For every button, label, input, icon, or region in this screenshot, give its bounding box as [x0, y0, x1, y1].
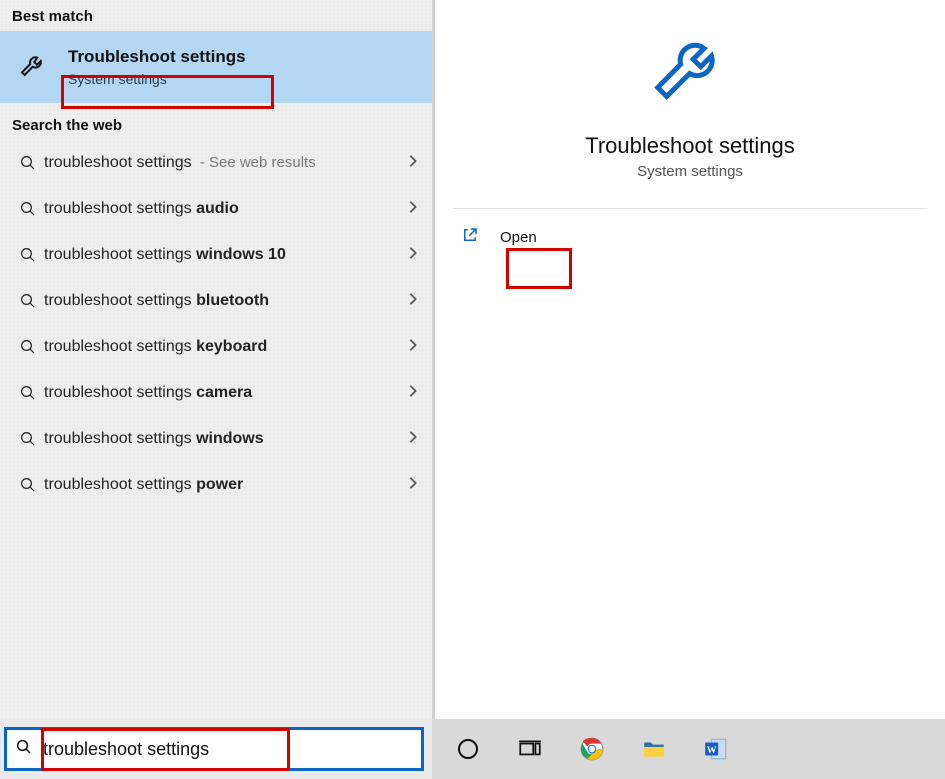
chevron-right-icon: [400, 476, 418, 495]
web-result-item[interactable]: troubleshoot settings bluetooth: [0, 278, 432, 324]
chevron-right-icon: [400, 430, 418, 449]
best-match-subtitle: System settings: [64, 70, 250, 88]
search-results-panel: Best match Troubleshoot settings System …: [0, 0, 432, 779]
search-icon: [12, 384, 44, 402]
best-match-header: Best match: [0, 0, 432, 31]
search-box[interactable]: [4, 727, 424, 771]
search-icon: [12, 200, 44, 218]
best-match-item[interactable]: Troubleshoot settings System settings: [0, 31, 432, 103]
chevron-right-icon: [400, 154, 418, 173]
chevron-right-icon: [400, 338, 418, 357]
web-result-item[interactable]: troubleshoot settings windows: [0, 416, 432, 462]
search-icon: [12, 292, 44, 310]
preview-title: Troubleshoot settings: [585, 133, 795, 159]
word-icon[interactable]: W: [700, 733, 732, 765]
web-result-item[interactable]: troubleshoot settings power: [0, 462, 432, 508]
search-input[interactable]: [33, 730, 413, 768]
web-result-item[interactable]: troubleshoot settings audio: [0, 186, 432, 232]
search-icon: [12, 246, 44, 264]
search-icon: [15, 738, 33, 761]
web-result-item[interactable]: troubleshoot settings camera: [0, 370, 432, 416]
search-icon: [12, 338, 44, 356]
file-explorer-icon[interactable]: [638, 733, 670, 765]
web-results-section: Search the web troubleshoot settings - S…: [0, 103, 432, 508]
web-result-item[interactable]: troubleshoot settings - See web results: [0, 140, 432, 186]
taskbar: W: [432, 719, 945, 779]
search-web-header: Search the web: [0, 103, 432, 140]
search-icon: [12, 476, 44, 494]
web-result-label: troubleshoot settings bluetooth: [44, 292, 400, 310]
web-result-label: troubleshoot settings windows: [44, 430, 400, 448]
svg-text:W: W: [707, 745, 717, 756]
web-result-label: troubleshoot settings camera: [44, 384, 400, 402]
search-icon: [12, 430, 44, 448]
task-view-icon[interactable]: [514, 733, 546, 765]
chevron-right-icon: [400, 384, 418, 403]
wrench-icon: [12, 51, 56, 83]
chevron-right-icon: [400, 246, 418, 265]
wrench-icon: [647, 32, 733, 123]
open-action[interactable]: Open: [435, 215, 945, 259]
chrome-icon[interactable]: [576, 733, 608, 765]
chevron-right-icon: [400, 200, 418, 219]
preview-subtitle: System settings: [637, 163, 743, 180]
cortana-circle-icon[interactable]: [452, 733, 484, 765]
web-result-label: troubleshoot settings audio: [44, 200, 400, 218]
web-result-item[interactable]: troubleshoot settings keyboard: [0, 324, 432, 370]
search-bar: [0, 719, 432, 779]
search-icon: [12, 154, 44, 172]
web-result-label: troubleshoot settings - See web results: [44, 154, 400, 172]
divider: [453, 208, 927, 209]
open-label: Open: [497, 228, 540, 247]
open-external-icon: [461, 226, 479, 248]
web-result-item[interactable]: troubleshoot settings windows 10: [0, 232, 432, 278]
best-match-title: Troubleshoot settings: [64, 46, 250, 68]
web-result-label: troubleshoot settings power: [44, 476, 400, 494]
preview-pane: Troubleshoot settings System settings Op…: [432, 0, 945, 719]
web-result-label: troubleshoot settings windows 10: [44, 246, 400, 264]
chevron-right-icon: [400, 292, 418, 311]
web-result-label: troubleshoot settings keyboard: [44, 338, 400, 356]
